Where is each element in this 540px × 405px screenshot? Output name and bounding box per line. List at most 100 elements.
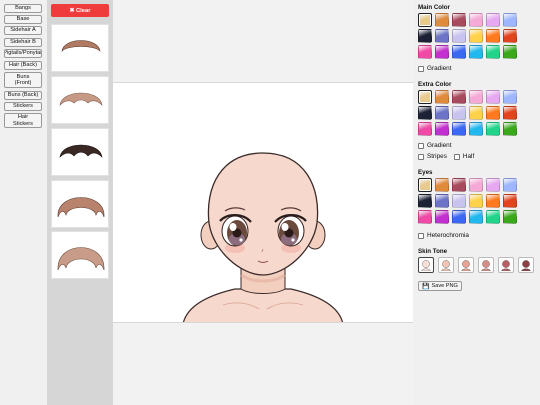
stripes-option[interactable]: Stripes Half <box>418 153 474 160</box>
color-swatch[interactable] <box>503 29 517 43</box>
color-swatch[interactable] <box>418 29 432 43</box>
category-button[interactable]: Hair (Back) <box>4 61 42 70</box>
head <box>207 152 319 276</box>
color-swatch[interactable] <box>503 106 517 120</box>
skin-tone-option[interactable] <box>518 257 534 273</box>
canvas-stage <box>113 0 413 405</box>
color-swatch[interactable] <box>503 178 517 192</box>
hair-preview-icon <box>61 40 101 52</box>
color-swatch[interactable] <box>435 106 449 120</box>
color-swatch[interactable] <box>418 13 432 27</box>
color-swatch[interactable] <box>503 122 517 136</box>
hair-thumbnail[interactable] <box>51 180 109 228</box>
main-gradient-label: Gradient <box>427 65 452 72</box>
color-swatch[interactable] <box>435 45 449 59</box>
color-swatch[interactable] <box>503 210 517 224</box>
color-swatch[interactable] <box>486 122 500 136</box>
eye-color-swatches <box>418 178 517 224</box>
category-button[interactable]: Sidehair A <box>4 26 42 35</box>
color-swatch[interactable] <box>486 106 500 120</box>
color-swatch[interactable] <box>435 122 449 136</box>
color-swatch[interactable] <box>452 210 466 224</box>
color-swatch[interactable] <box>435 90 449 104</box>
color-swatch[interactable] <box>503 45 517 59</box>
category-button[interactable]: Buns (Back) <box>4 91 42 100</box>
category-button[interactable]: Bangs <box>4 4 42 13</box>
color-swatch[interactable] <box>418 45 432 59</box>
color-swatch[interactable] <box>418 90 432 104</box>
color-swatch[interactable] <box>486 29 500 43</box>
skin-tone-option[interactable] <box>438 257 454 273</box>
color-swatch[interactable] <box>486 13 500 27</box>
color-swatch[interactable] <box>486 45 500 59</box>
color-swatch[interactable] <box>486 90 500 104</box>
color-swatch[interactable] <box>452 13 466 27</box>
hair-thumbnail[interactable] <box>51 24 109 72</box>
extra-gradient-checkbox[interactable] <box>418 142 424 149</box>
heterochromia-checkbox[interactable] <box>418 232 424 239</box>
color-swatch[interactable] <box>435 210 449 224</box>
color-swatch[interactable] <box>452 90 466 104</box>
color-swatch[interactable] <box>469 13 483 27</box>
color-swatch[interactable] <box>418 210 432 224</box>
color-swatch[interactable] <box>435 178 449 192</box>
category-button[interactable]: Base <box>4 15 42 24</box>
color-swatch[interactable] <box>486 178 500 192</box>
color-swatch[interactable] <box>469 29 483 43</box>
category-button[interactable]: Pigtails/Ponytail <box>4 49 42 58</box>
color-swatch[interactable] <box>486 194 500 208</box>
face-icon <box>421 260 431 271</box>
color-swatch[interactable] <box>452 178 466 192</box>
color-swatch[interactable] <box>486 210 500 224</box>
color-swatch[interactable] <box>469 45 483 59</box>
color-swatch[interactable] <box>469 178 483 192</box>
color-swatch[interactable] <box>418 194 432 208</box>
skin-tone-option[interactable] <box>418 257 434 273</box>
category-button[interactable]: Sidehair B <box>4 38 42 47</box>
color-swatch[interactable] <box>503 13 517 27</box>
color-swatch[interactable] <box>452 194 466 208</box>
main-gradient-checkbox[interactable] <box>418 65 424 72</box>
main-color-swatches <box>418 13 517 59</box>
character-preview <box>183 152 343 322</box>
extra-gradient-option[interactable]: Gradient <box>418 142 452 149</box>
color-swatch[interactable] <box>435 29 449 43</box>
category-button[interactable]: Buns (Front) <box>4 72 42 88</box>
color-swatch[interactable] <box>452 106 466 120</box>
skin-tone-options <box>418 257 534 273</box>
stripes-checkbox[interactable] <box>418 153 424 160</box>
skin-tone-option[interactable] <box>458 257 474 273</box>
half-checkbox[interactable] <box>453 153 460 160</box>
hair-thumbnail[interactable] <box>51 231 109 279</box>
eyes-title: Eyes <box>418 169 433 176</box>
thumbnail-column: ✖ Clear <box>47 0 113 405</box>
color-swatch[interactable] <box>503 90 517 104</box>
color-swatch[interactable] <box>435 13 449 27</box>
color-swatch[interactable] <box>418 178 432 192</box>
color-swatch[interactable] <box>469 122 483 136</box>
color-swatch[interactable] <box>418 106 432 120</box>
skin-tone-option[interactable] <box>498 257 514 273</box>
save-png-button[interactable]: 💾 Save PNG <box>418 281 462 291</box>
main-gradient-option[interactable]: Gradient <box>418 65 452 72</box>
color-swatch[interactable] <box>452 29 466 43</box>
color-swatch[interactable] <box>435 194 449 208</box>
color-swatch[interactable] <box>469 106 483 120</box>
skin-tone-option[interactable] <box>478 257 494 273</box>
character-canvas[interactable] <box>113 82 413 323</box>
category-button[interactable]: Stickers <box>4 102 42 111</box>
color-swatch[interactable] <box>452 45 466 59</box>
color-swatch[interactable] <box>469 210 483 224</box>
hair-preview-icon <box>59 92 103 106</box>
clear-button[interactable]: ✖ Clear <box>51 4 109 17</box>
color-swatch[interactable] <box>418 122 432 136</box>
color-swatch[interactable] <box>469 194 483 208</box>
hair-thumbnail[interactable] <box>51 76 109 124</box>
color-swatch[interactable] <box>469 90 483 104</box>
color-swatch[interactable] <box>452 122 466 136</box>
category-button[interactable]: Hair Stickers <box>4 113 42 128</box>
heterochromia-option[interactable]: Heterochromia <box>418 232 469 239</box>
color-swatch[interactable] <box>503 194 517 208</box>
hair-thumbnail[interactable] <box>51 128 109 176</box>
face-icon <box>521 260 531 271</box>
